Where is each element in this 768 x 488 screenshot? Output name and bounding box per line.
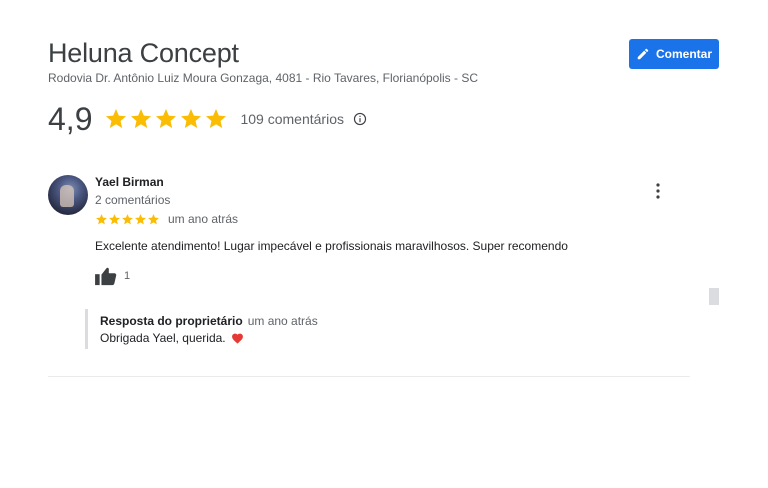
more-vert-icon[interactable] [648, 181, 668, 201]
scrollbar-thumb[interactable] [709, 288, 719, 305]
star-icon [206, 109, 227, 128]
divider [48, 376, 690, 377]
star-icon [156, 109, 177, 128]
comment-button-label: Comentar [655, 47, 712, 61]
star-icon [135, 213, 146, 224]
comment-button[interactable]: Comentar [629, 39, 719, 69]
owner-reply-text: Obrigada Yael, querida. [100, 331, 226, 345]
review-rating: um ano atrás [95, 212, 238, 226]
review-text: Excelente atendimento! Lugar impecável e… [95, 239, 568, 253]
reviews-panel: Heluna Concept Rodovia Dr. Antônio Luiz … [0, 0, 768, 488]
review-time: um ano atrás [168, 212, 239, 226]
heart-icon [231, 332, 244, 344]
reviewer-avatar[interactable] [48, 175, 88, 215]
thumbs-up-icon [95, 266, 117, 286]
reviewer-name[interactable]: Yael Birman [95, 175, 164, 189]
star-icon [106, 109, 127, 128]
review-count[interactable]: 109 comentários [240, 111, 344, 127]
star-icon [109, 213, 120, 224]
star-icon [131, 109, 152, 128]
reviewer-review-count: 2 comentários [95, 193, 171, 207]
owner-reply: Resposta do proprietário um ano atrás Ob… [85, 309, 385, 349]
place-address: Rodovia Dr. Antônio Luiz Moura Gonzaga, … [48, 71, 479, 85]
info-icon[interactable] [353, 112, 367, 126]
review-stars [95, 213, 160, 226]
like-count: 1 [124, 270, 131, 282]
place-title: Heluna Concept [48, 38, 239, 68]
rating-stars [104, 107, 228, 131]
star-icon [122, 213, 133, 224]
rating-value: 4,9 [48, 101, 93, 137]
owner-reply-label: Resposta do proprietário [100, 314, 243, 328]
like-button[interactable]: 1 [95, 266, 130, 286]
star-icon [181, 109, 202, 128]
star-icon [148, 213, 159, 224]
rating-summary: 4,9 109 comentários [48, 101, 367, 137]
star-icon [96, 213, 107, 224]
owner-reply-time: um ano atrás [247, 314, 318, 328]
pencil-icon [636, 47, 650, 61]
